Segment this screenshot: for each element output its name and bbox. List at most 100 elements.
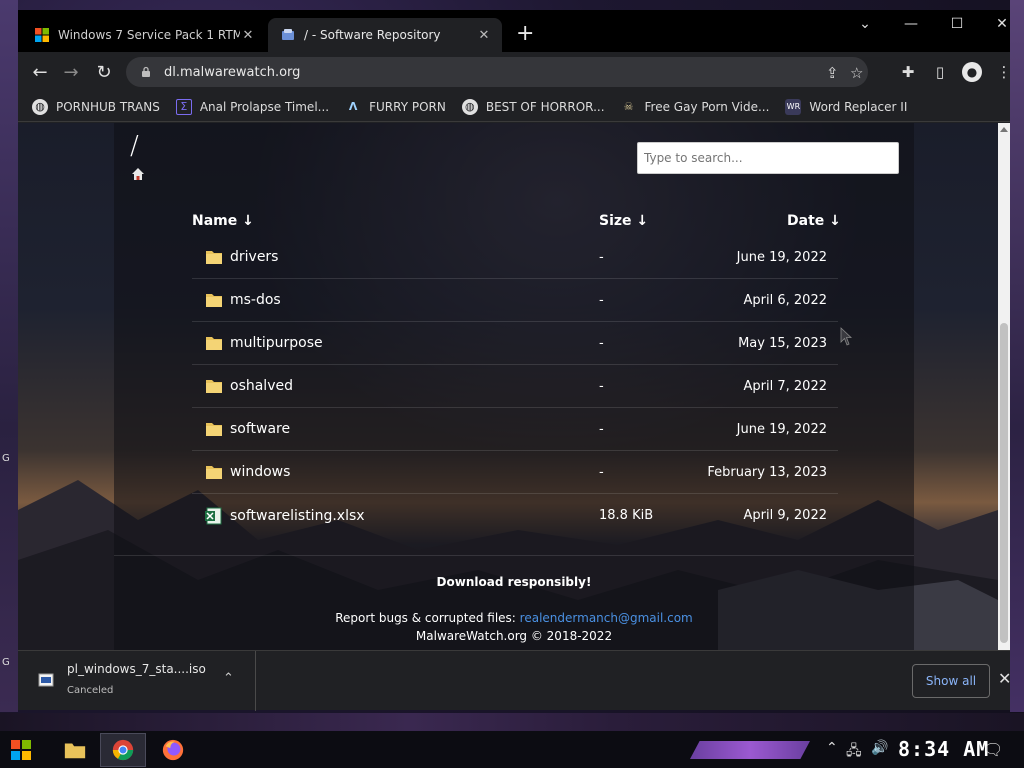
file-name[interactable]: windows xyxy=(230,464,290,480)
column-header-size[interactable]: Size ↓ xyxy=(599,213,648,229)
profile-avatar-icon[interactable]: ● xyxy=(962,62,982,82)
tab-strip: Windows 7 Service Pack 1 RTM ✕ / - Softw… xyxy=(18,10,1010,52)
taskbar-clock[interactable]: 8:34 AM xyxy=(898,737,989,761)
file-date: May 15, 2023 xyxy=(738,335,827,351)
start-button[interactable] xyxy=(8,737,34,763)
bookmark-label: FURRY PORN xyxy=(369,99,446,114)
share-icon[interactable]: ⇪ xyxy=(826,64,839,82)
folder-icon xyxy=(206,466,222,479)
folder-icon xyxy=(206,423,222,436)
tray-chevron-icon[interactable]: ⌃ xyxy=(826,740,838,756)
chrome-taskbar-icon[interactable] xyxy=(110,737,136,763)
bookmark-label: Free Gay Porn Vide... xyxy=(644,99,770,114)
start-orb-icon xyxy=(11,740,31,760)
table-row[interactable]: ms-dos - April 6, 2022 xyxy=(192,279,838,322)
file-size: - xyxy=(599,292,604,308)
show-all-button[interactable]: Show all xyxy=(912,664,990,698)
skull-icon: ☠ xyxy=(623,100,634,113)
file-name[interactable]: ms-dos xyxy=(230,292,281,308)
side-panel-icon[interactable]: ▯ xyxy=(930,62,950,82)
directory-listing-panel: / Name ↓ Size ↓ Date ↓ drivers - June 19… xyxy=(114,123,914,650)
file-size: - xyxy=(599,378,604,394)
browser-menu-icon[interactable]: ⋮ xyxy=(994,62,1014,82)
windows-logo-icon xyxy=(35,28,49,42)
search-input[interactable] xyxy=(637,142,899,174)
bookmark-item[interactable]: ◍ PORNHUB TRANS xyxy=(32,98,160,115)
chrome-icon xyxy=(112,739,134,761)
back-button[interactable]: ← xyxy=(28,60,52,84)
url-text: dl.malwarewatch.org xyxy=(164,64,301,80)
file-name[interactable]: softwarelisting.xlsx xyxy=(230,508,365,524)
close-window-button[interactable]: ✕ xyxy=(987,16,1017,32)
bookmark-item[interactable]: Σ Anal Prolapse Timel... xyxy=(175,98,330,115)
address-bar[interactable]: dl.malwarewatch.org ⇪ ☆ xyxy=(126,57,868,87)
globe-icon: ◍ xyxy=(461,98,478,115)
table-row[interactable]: multipurpose - May 15, 2023 xyxy=(192,322,838,365)
tab-windows7[interactable]: Windows 7 Service Pack 1 RTM ✕ xyxy=(22,18,266,52)
minimize-button[interactable]: — xyxy=(896,16,926,32)
file-name[interactable]: drivers xyxy=(230,249,278,265)
extensions-icon[interactable]: ✚ xyxy=(898,62,918,82)
tab-software-repository[interactable]: / - Software Repository ✕ xyxy=(268,18,502,52)
sigma-icon: Σ xyxy=(175,98,192,115)
current-path: / xyxy=(130,131,139,161)
folder-icon xyxy=(206,380,222,393)
tab-title: Windows 7 Service Pack 1 RTM xyxy=(58,28,240,42)
download-shelf: pl_windows_7_sta....iso Canceled ⌃ Show … xyxy=(18,650,1011,711)
bookmark-item[interactable]: Λ FURRY PORN xyxy=(345,99,446,115)
table-row[interactable]: software - June 19, 2022 xyxy=(192,408,838,451)
network-icon[interactable]: 🖧 xyxy=(846,740,862,764)
table-row[interactable]: drivers - June 19, 2022 xyxy=(192,236,838,279)
notifications-icon[interactable]: 🗨 xyxy=(983,740,1003,759)
bookmark-label: PORNHUB TRANS xyxy=(56,99,160,114)
footer-email-link[interactable]: realendermanch@gmail.com xyxy=(520,611,693,625)
taskbar-decoration xyxy=(0,713,1024,731)
table-row[interactable]: windows - February 13, 2023 xyxy=(192,451,838,494)
desktop-text: G xyxy=(2,657,10,668)
bookmark-star-icon[interactable]: ☆ xyxy=(850,64,863,82)
file-name[interactable]: oshalved xyxy=(230,378,293,394)
page-scrollbar[interactable] xyxy=(998,123,1010,650)
table-row[interactable]: softwarelisting.xlsx 18.8 KiB April 9, 2… xyxy=(192,494,838,537)
folder-icon xyxy=(206,337,222,350)
mouse-cursor-icon xyxy=(840,327,853,346)
lambda-icon: Λ xyxy=(348,100,358,113)
tab-close-icon[interactable]: ✕ xyxy=(476,28,492,43)
column-header-date[interactable]: Date ↓ xyxy=(787,213,841,229)
file-explorer-taskbar-icon[interactable] xyxy=(62,737,88,763)
firefox-taskbar-icon[interactable] xyxy=(160,737,186,763)
folder-icon xyxy=(206,251,222,264)
file-name[interactable]: multipurpose xyxy=(230,335,323,351)
close-shelf-icon[interactable]: ✕ xyxy=(998,669,1011,688)
reload-button[interactable]: ↻ xyxy=(92,60,116,84)
file-size: - xyxy=(599,335,604,351)
bookmark-item[interactable]: ☠ Free Gay Porn Vide... xyxy=(621,99,770,115)
scrollbar-thumb[interactable] xyxy=(1000,323,1008,643)
footer-copyright: MalwareWatch.org © 2018-2022 xyxy=(114,629,914,643)
file-date: April 9, 2022 xyxy=(743,508,827,523)
footer-report-text: Report bugs & corrupted files: xyxy=(335,611,516,625)
wr-icon: WR xyxy=(785,98,802,115)
file-name[interactable]: software xyxy=(230,421,290,437)
scroll-up-arrow-icon[interactable] xyxy=(1000,127,1008,132)
maximize-button[interactable]: ☐ xyxy=(942,16,972,32)
download-item[interactable]: pl_windows_7_sta....iso Canceled ⌃ xyxy=(18,651,256,711)
lock-icon[interactable] xyxy=(140,66,152,78)
column-header-name[interactable]: Name ↓ xyxy=(192,213,254,229)
chevron-up-icon[interactable]: ⌃ xyxy=(223,671,234,686)
bookmark-item[interactable]: WR Word Replacer II xyxy=(785,98,907,115)
file-size: - xyxy=(599,464,604,480)
bookmark-label: Anal Prolapse Timel... xyxy=(199,99,330,114)
forward-button[interactable]: → xyxy=(59,60,83,84)
volume-icon[interactable]: 🔊 xyxy=(871,740,888,756)
new-tab-button[interactable]: + xyxy=(516,23,534,45)
footer-tagline: Download responsibly! xyxy=(114,575,914,589)
bookmark-item[interactable]: ◍ BEST OF HORROR... xyxy=(461,98,605,115)
tab-search-icon[interactable]: ⌄ xyxy=(850,16,880,32)
table-row[interactable]: oshalved - April 7, 2022 xyxy=(192,365,838,408)
tab-close-icon[interactable]: ✕ xyxy=(240,28,256,43)
file-date: February 13, 2023 xyxy=(707,464,827,480)
tab-title: / - Software Repository xyxy=(304,28,441,42)
footer-divider xyxy=(114,555,914,556)
home-icon[interactable] xyxy=(131,167,145,181)
